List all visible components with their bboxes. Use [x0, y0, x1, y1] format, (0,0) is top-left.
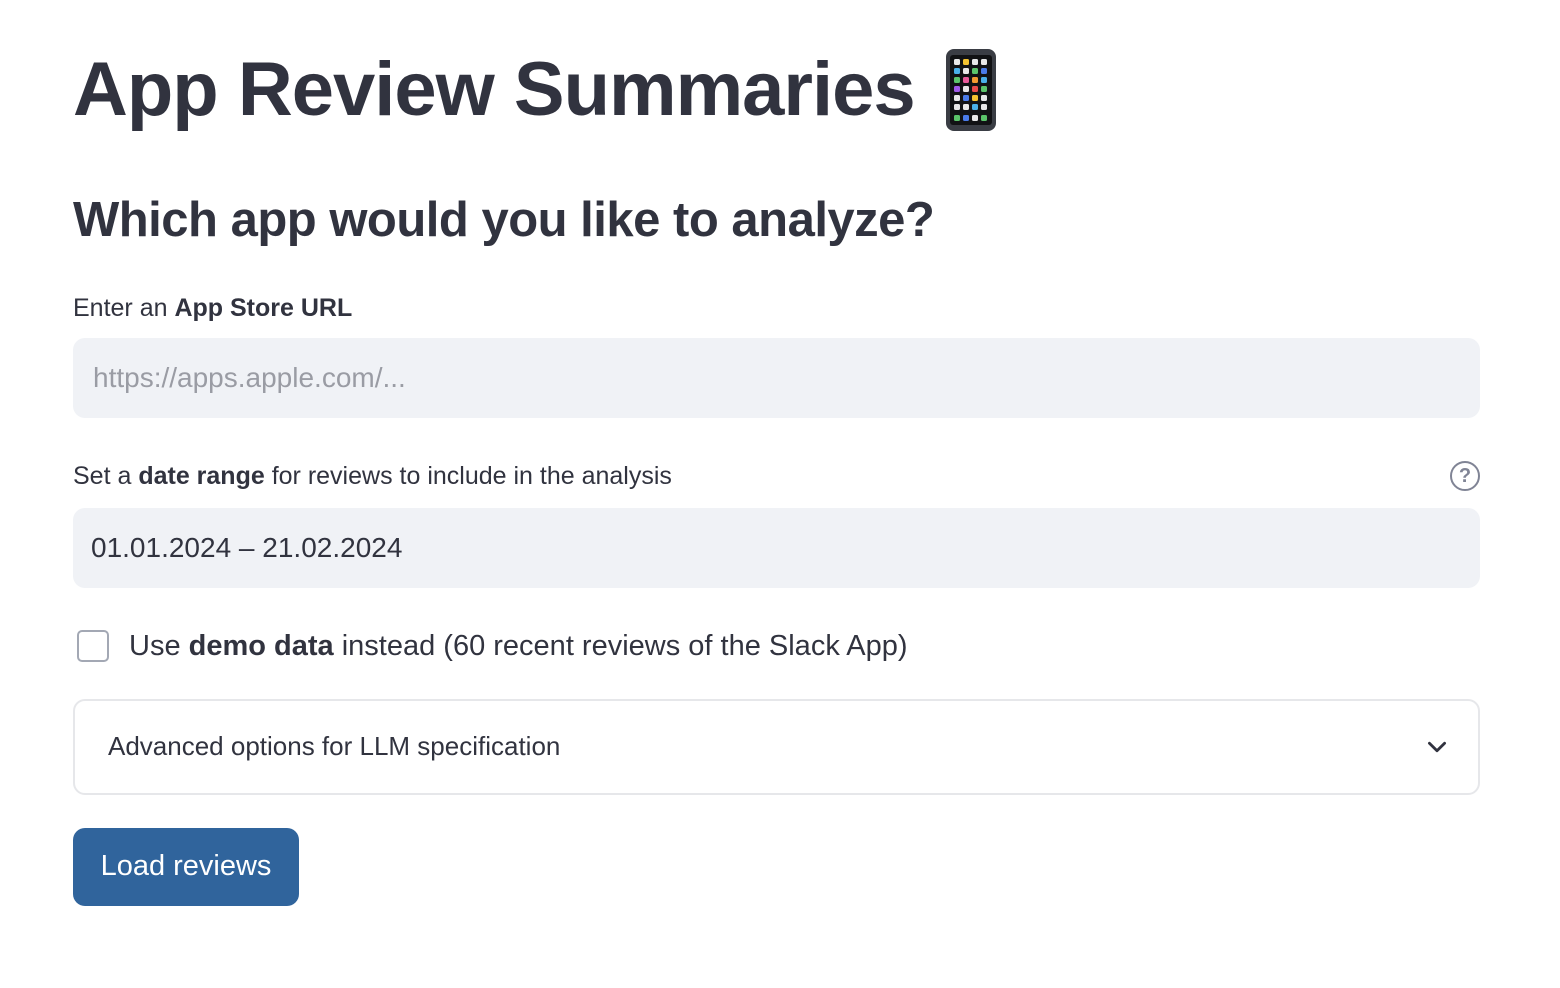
date-label-text: Set a date range for reviews to include …	[73, 461, 672, 491]
section-heading: Which app would you like to analyze?	[73, 193, 935, 247]
url-label-text: Enter an App Store URL	[73, 293, 352, 323]
date-label-prefix: Set a	[73, 461, 139, 490]
url-label-bold: App Store URL	[174, 293, 353, 322]
demo-data-checkbox-row[interactable]: Use demo data instead (60 recent reviews…	[73, 630, 1480, 663]
url-input-wrapper	[73, 337, 1480, 418]
demo-data-label: Use demo data instead (60 recent reviews…	[129, 630, 908, 663]
load-reviews-button[interactable]: Load reviews	[73, 827, 299, 906]
date-range-label: Set a date range for reviews to include …	[73, 460, 1480, 491]
date-label-suffix: for reviews to include in the analysis	[264, 461, 672, 490]
chevron-down-icon	[1428, 741, 1446, 753]
page-title: App Review Summaries	[73, 47, 916, 132]
demo-label-prefix: Use	[129, 629, 189, 662]
title-row: App Review Summaries	[73, 44, 1480, 136]
demo-label-suffix: instead (60 recent reviews of the Slack …	[333, 629, 908, 662]
date-label-bold: date range	[138, 461, 265, 490]
app-store-url-input[interactable]	[91, 360, 1462, 395]
expander-label: Advanced options for LLM specification	[108, 731, 561, 762]
mobile-phone-icon	[945, 49, 996, 131]
url-label-prefix: Enter an	[73, 293, 175, 322]
app-page: App Review Summaries Which app would you…	[0, 44, 1560, 988]
question-circle-icon[interactable]: ?	[1450, 460, 1480, 491]
demo-data-checkbox[interactable]	[77, 630, 109, 663]
url-field-label: Enter an App Store URL	[73, 293, 1480, 323]
date-range-input[interactable]: 01.01.2024 – 21.02.2024	[73, 507, 1480, 588]
demo-label-bold: demo data	[188, 629, 334, 662]
advanced-options-expander[interactable]: Advanced options for LLM specification	[73, 698, 1480, 795]
